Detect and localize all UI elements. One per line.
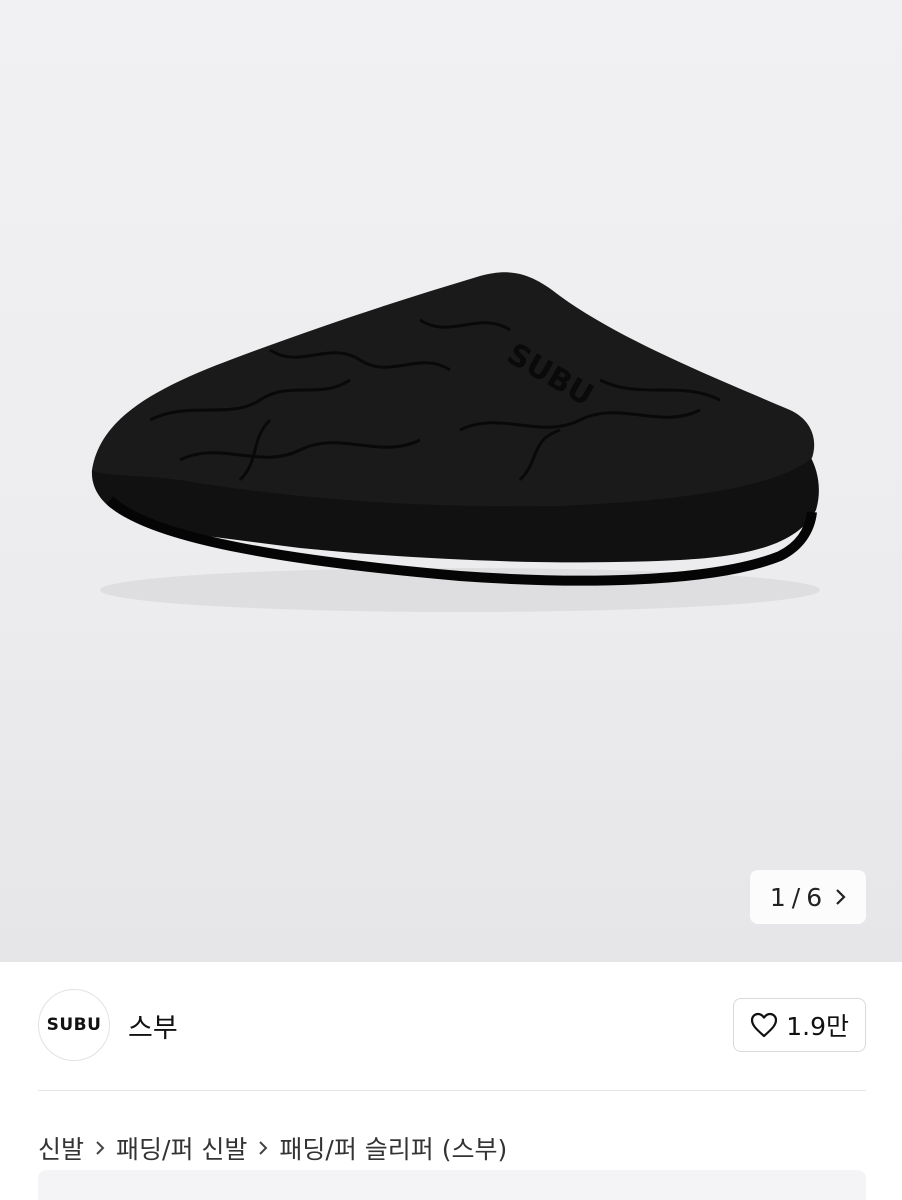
brand-row: SUBU 스부 1.9만 (38, 988, 866, 1062)
counter-separator: / (791, 882, 801, 912)
like-count: 1.9만 (786, 1012, 849, 1041)
breadcrumb-item-padded-shoes[interactable]: 패딩/퍼 신발 (116, 1130, 247, 1166)
info-box (38, 1170, 866, 1200)
brand-name[interactable]: 스부 (128, 1006, 178, 1045)
brand-logo-text: SUBU (46, 1015, 102, 1035)
breadcrumb-item-padded-slippers[interactable]: 패딩/퍼 슬리퍼 (스부) (279, 1130, 507, 1166)
product-image: SUBU (91, 272, 820, 612)
counter-total: 6 (806, 882, 823, 912)
heart-outline-icon (751, 1012, 778, 1038)
image-counter[interactable]: 1 / 6 (750, 870, 866, 924)
divider (38, 1090, 866, 1091)
like-button[interactable]: 1.9만 (733, 998, 866, 1052)
breadcrumb-item-shoes[interactable]: 신발 (38, 1130, 84, 1166)
breadcrumb: 신발 패딩/퍼 신발 패딩/퍼 슬리퍼 (스부) (38, 1130, 507, 1166)
counter-current: 1 (769, 882, 786, 912)
brand-logo[interactable]: SUBU (38, 989, 110, 1061)
chevron-right-icon[interactable] (834, 888, 846, 906)
chevron-right-icon (96, 1141, 105, 1155)
chevron-right-icon (259, 1141, 268, 1155)
product-image-gallery[interactable]: SUBU 1 / 6 (0, 0, 902, 962)
